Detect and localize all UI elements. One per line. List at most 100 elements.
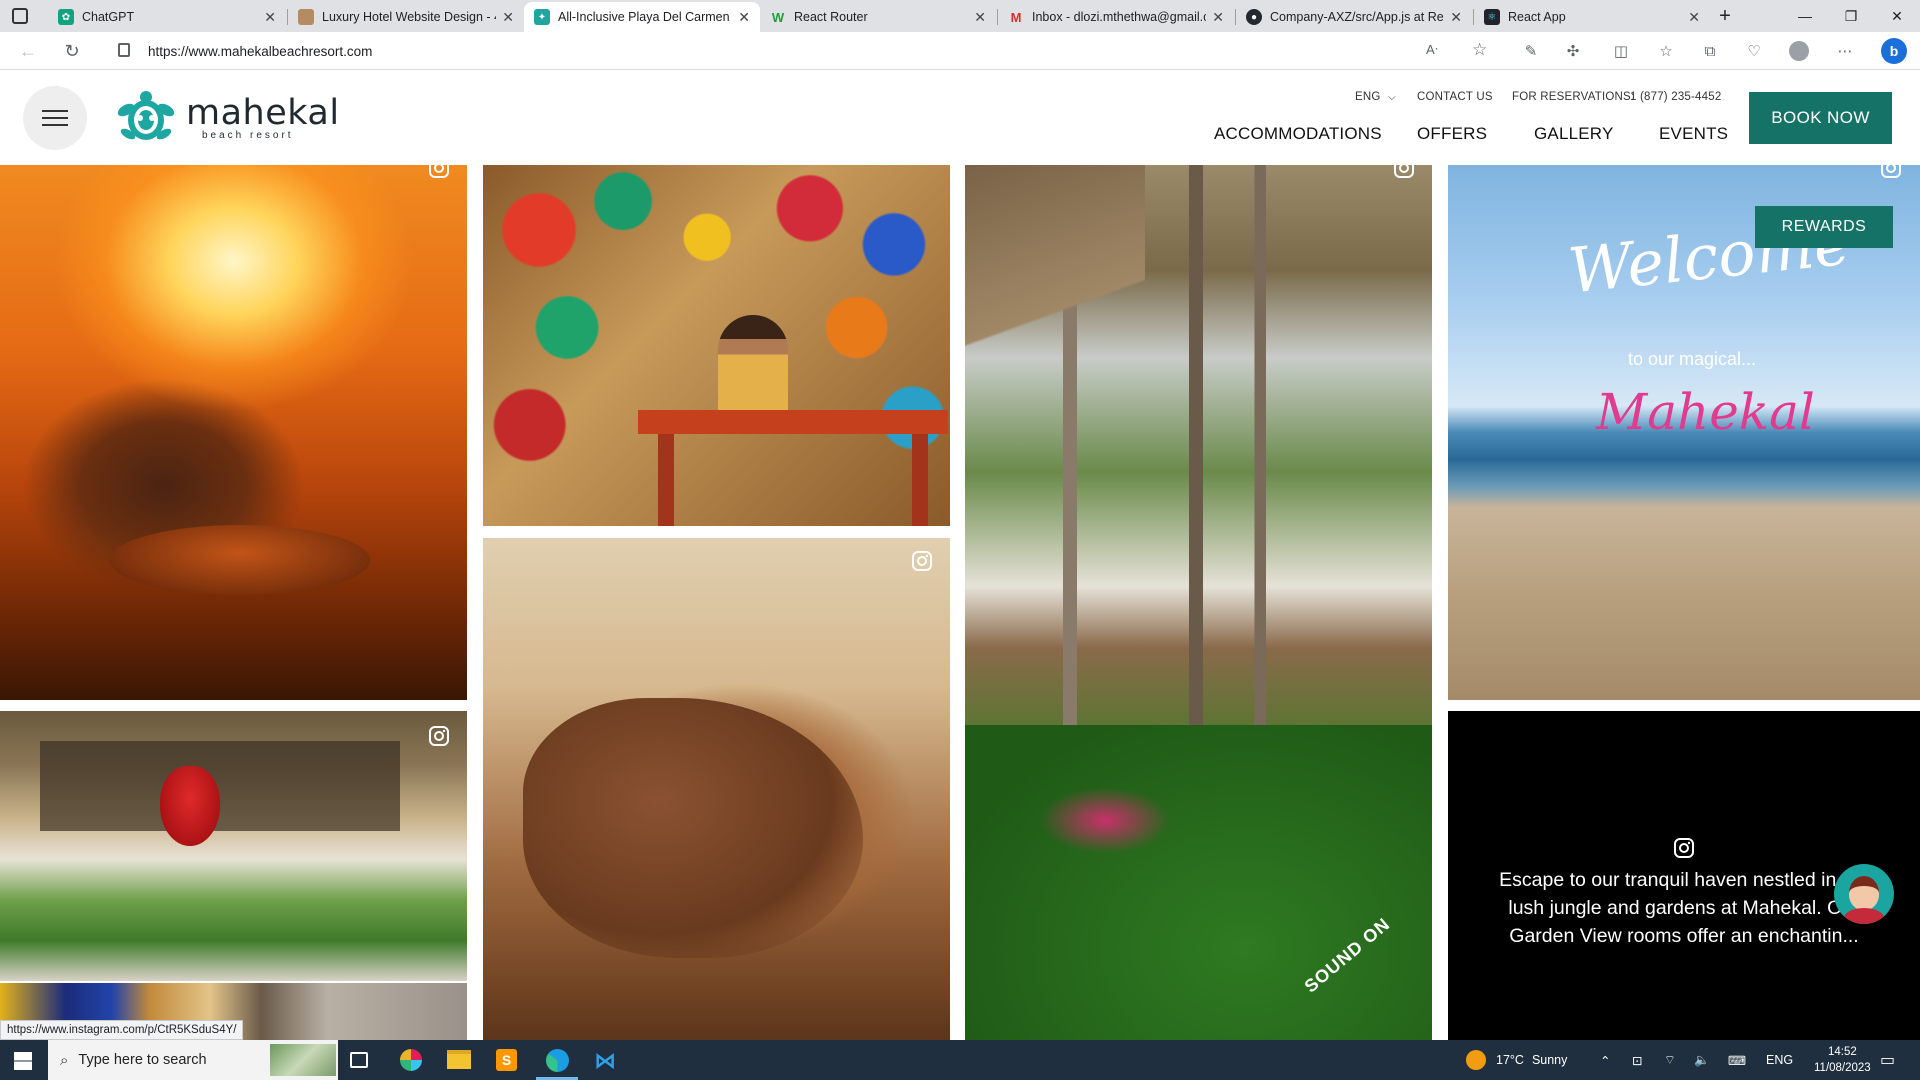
avatar-body [1844,908,1884,924]
garden-plants [965,725,1432,1040]
photo-courtyard-heart[interactable] [0,711,467,981]
gmail-icon: M [1010,9,1022,25]
chat-assistant-avatar[interactable] [1834,864,1894,924]
taskbar-search-placeholder: Type here to search [78,1052,207,1068]
reservations-phone-link[interactable]: 1 (877) 235-4452 [1630,91,1721,103]
close-icon[interactable]: ✕ [1688,9,1700,26]
react-icon: ⚛ [1484,9,1500,25]
browser-essentials-icon[interactable]: ♡ [1743,40,1765,62]
input-language[interactable]: ENG [1766,1040,1793,1080]
instagram-icon[interactable] [428,165,450,179]
tab-actions-icon[interactable] [12,8,28,24]
lock-icon[interactable] [118,43,130,57]
welcome-subline: to our magical... [1628,349,1757,369]
table-legs [658,434,928,526]
weather-temp: 17°C [1496,1053,1524,1067]
back-button[interactable]: ← [14,37,42,65]
tab-label: All-Inclusive Playa Del Carmen R [558,10,733,24]
rewards-button[interactable]: REWARDS [1755,206,1893,248]
tab-gmail[interactable]: M Inbox - dlozi.mthethwa@gmail.c ✕ [998,2,1234,32]
settings-more-icon[interactable]: ⋯ [1834,40,1856,62]
nav-offers[interactable]: OFFERS [1417,124,1487,144]
notifications-icon[interactable]: ▭ [1880,1040,1895,1080]
thatched-roof [965,165,1145,425]
instagram-caption-text: Escape to our tranquil haven nestled in … [1499,869,1869,947]
contact-us-link[interactable]: CONTACT US [1417,91,1493,103]
tab-github[interactable]: ● Company-AXZ/src/App.js at Rea ✕ [1236,2,1472,32]
volume-icon[interactable]: 🔈 [1694,1040,1710,1080]
photo-pizza-oven[interactable] [0,165,467,700]
welcome-mahekal: Mahekal [1596,383,1815,441]
tab-luxury-hotel[interactable]: Luxury Hotel Website Design - 4 ✕ [288,2,524,32]
sun-icon [1466,1050,1486,1070]
tab-react-app[interactable]: ⚛ React App ✕ [1474,2,1710,32]
tab-react-router[interactable]: W React Router ✕ [760,2,996,32]
restore-button[interactable]: ❐ [1828,0,1874,32]
nav-gallery[interactable]: GALLERY [1534,124,1614,144]
hands [523,698,863,958]
language-selector[interactable]: ENG ⌵ [1355,91,1396,103]
minimize-button[interactable]: — [1782,0,1828,32]
close-icon[interactable]: ✕ [1450,9,1462,26]
close-icon[interactable]: ✕ [502,9,514,26]
tab-chatgpt[interactable]: ✿ ChatGPT ✕ [48,2,286,32]
close-icon[interactable]: ✕ [264,9,276,26]
tab-mahekal[interactable]: ✦ All-Inclusive Playa Del Carmen R ✕ [524,2,760,32]
close-icon[interactable]: ✕ [738,9,750,26]
address-bar[interactable]: https://www.mahekalbeachresort.com Aᐧ ☆ [104,36,1504,66]
menu-hamburger-button[interactable] [23,86,87,150]
task-view-icon[interactable] [350,1052,368,1068]
search-highlight-image [270,1044,336,1076]
show-hidden-icons-chevron[interactable]: ⌃ [1600,1040,1610,1080]
split-screen-icon[interactable]: ◫ [1610,40,1632,62]
profile-avatar-icon[interactable] [1788,40,1810,62]
meet-now-icon[interactable]: ⊡ [1632,1040,1642,1080]
turtle-icon: ✦ [534,9,550,25]
heart-sculpture [160,766,220,846]
tab-label: Luxury Hotel Website Design - 4 [322,10,497,24]
windows-taskbar: ⌕ Type here to search S ⋈ 17°C Sunny ⌃ ⊡… [0,1040,1920,1080]
collections-icon[interactable]: ⧉ [1699,40,1721,62]
file-explorer-icon[interactable] [447,1050,471,1069]
wifi-icon[interactable]: ⌔ [1664,1040,1676,1080]
photo-massage[interactable] [483,538,950,1040]
close-icon[interactable]: ✕ [1212,9,1224,26]
tab-label: ChatGPT [82,10,135,24]
instagram-icon[interactable] [1880,165,1902,179]
extensions-puzzle-icon[interactable]: ✣ [1562,40,1584,62]
close-icon[interactable]: ✕ [974,9,986,26]
refresh-button[interactable]: ↻ [58,37,86,65]
new-tab-button[interactable]: + [1702,0,1748,32]
nav-accommodations[interactable]: ACCOMMODATIONS [1214,124,1382,144]
vscode-icon[interactable]: ⋈ [594,1049,617,1072]
read-aloud-icon[interactable]: Aᐧ [1426,42,1438,58]
bing-copilot-icon[interactable]: b [1881,38,1907,64]
windows-start-icon[interactable] [14,1052,32,1070]
sublime-text-icon[interactable]: S [496,1049,517,1071]
clock[interactable]: 14:52 11/08/2023 [1814,1040,1871,1080]
chatgpt-icon: ✿ [58,9,74,25]
close-window-button[interactable]: ✕ [1874,0,1920,32]
photo-jungle-garden[interactable]: SOUND ON [965,165,1432,1040]
photo-painted-bowls[interactable] [483,165,950,526]
w-icon: W [771,9,785,25]
book-now-button[interactable]: BOOK NOW [1749,92,1892,144]
favorites-icon[interactable]: ☆ [1655,40,1677,62]
weather-widget[interactable]: 17°C Sunny [1466,1040,1567,1080]
slack-icon[interactable] [400,1049,422,1071]
favorite-star-icon[interactable]: ☆ [1472,40,1487,60]
turtle-logo-icon [117,91,175,140]
mahekal-logo[interactable]: mahekal beach resort [116,89,340,147]
github-icon: ● [1246,9,1262,25]
nav-events[interactable]: EVENTS [1659,124,1728,144]
taskbar-search-box[interactable]: ⌕ Type here to search [48,1040,338,1080]
clock-date: 11/08/2023 [1814,1062,1871,1074]
keyboard-icon[interactable]: ⌨ [1728,1040,1746,1080]
instagram-icon[interactable] [1393,165,1415,179]
instagram-icon[interactable] [911,550,933,572]
extension-pen-icon[interactable]: ✎ [1520,40,1542,62]
edge-browser-icon[interactable] [546,1049,569,1072]
tab-label: Inbox - dlozi.mthethwa@gmail.c [1032,10,1207,24]
search-icon: ⌕ [60,1051,69,1069]
instagram-icon[interactable] [428,725,450,747]
